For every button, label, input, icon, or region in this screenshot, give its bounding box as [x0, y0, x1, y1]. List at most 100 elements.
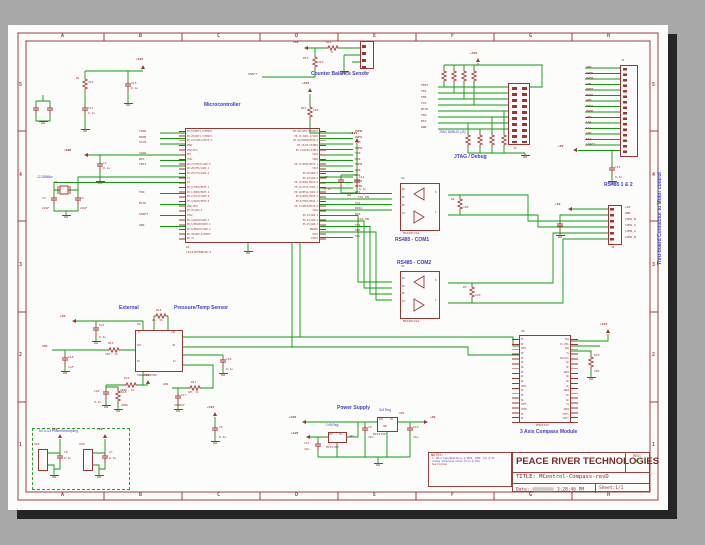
schematic-label: R18 [121, 390, 127, 394]
schematic-label: DI [402, 300, 405, 303]
schematic-label: C6 [64, 450, 68, 454]
schematic-label: D [295, 33, 299, 39]
title-block: PEACE RIVER TECHNOLOGIES REV: C TITLE: M… [512, 452, 659, 493]
schematic-label: OUT [329, 433, 333, 436]
schematic-label: SCL0 [139, 140, 147, 144]
schematic-label: R14 [156, 308, 162, 312]
schematic-label: TX0 [355, 151, 361, 155]
schematic-label: B [435, 279, 437, 282]
schematic-label: 3k3 [318, 60, 324, 64]
schematic-label: R15 [108, 341, 114, 345]
schematic-label: 0.1u [219, 435, 227, 439]
schematic-label: TXD0 [139, 129, 147, 133]
gnd-symbol: GND [344, 193, 354, 197]
schematic-label: 120 [463, 205, 469, 209]
schematic-label: H [607, 492, 611, 498]
schematic-label: SCL [586, 125, 592, 130]
schematic-label: SDA0 [139, 151, 147, 155]
schematic-label: HMC6343 [536, 423, 549, 427]
schematic-label: 10k [313, 108, 319, 112]
labels-layer: A B C D E F G H A B C D E F G H 5 4 3 2 1 5 4 3 2 1 Microcontrolle… [8, 25, 668, 510]
gnd-symbol: GND [49, 475, 59, 479]
schematic-label: GND [625, 211, 631, 215]
schematic-label: TX1_EN [358, 195, 369, 199]
schematic-label: PWM3 [586, 87, 594, 91]
schematic-label: COM2_A [625, 229, 636, 233]
schematic-label: JTAG / Debug [454, 154, 487, 160]
schematic-label: 10k [594, 369, 600, 373]
schematic-label: R12 [326, 40, 332, 44]
schematic-label: +3V3 [142, 373, 150, 377]
schematic-label: TDO [421, 113, 427, 117]
schematic-label: PWM1 [586, 103, 594, 108]
schematic-label: C11 [304, 441, 310, 445]
schematic-label: PWM4 [586, 76, 594, 80]
schematic-label: AN3 [139, 222, 145, 227]
schematic-label: VR2 [399, 411, 405, 415]
gnd-symbol: GND [555, 235, 565, 239]
schematic-label: OUT [379, 418, 383, 421]
gnd-symbol: GND [80, 129, 90, 133]
schematic-label: 4 [652, 172, 656, 178]
supply-arrow-icon [84, 152, 88, 157]
schematic-label: +6V [60, 314, 66, 318]
gnd-symbol: GND [61, 215, 71, 219]
schematic-label: 3 [652, 262, 656, 268]
schematic-label: 1M, 1% [188, 390, 199, 394]
schematic-label: U2 [401, 176, 405, 180]
schematic-label: B [139, 492, 143, 498]
schematic-label: 10u [304, 447, 310, 451]
schematic-label: RE [402, 285, 405, 288]
schematic-label: H [607, 33, 611, 39]
schematic-label: R3 [463, 285, 467, 289]
schematic-label: MAX481CSA [403, 231, 420, 235]
schematic-label: F [451, 33, 455, 39]
schematic-label: 100, 1% [105, 352, 118, 356]
schematic-label: +3V3 [350, 131, 358, 135]
schematic-label: MCP1700 [326, 445, 339, 449]
schematic-label: 0.1u [615, 175, 623, 179]
schematic-label: AN0 [42, 344, 48, 348]
schematic-label: 5 [19, 82, 23, 88]
gnd-symbol: GND [38, 121, 48, 125]
schematic-label: D [295, 492, 299, 498]
schematic-label: MCP1700 [373, 432, 386, 436]
schematic-label: AN1 [355, 173, 361, 177]
schematic-label: J1 [621, 58, 625, 62]
schematic-label: SHAFT [586, 142, 596, 146]
schematic-label: 2 [19, 352, 23, 358]
time-value: 3:28:46 PM [556, 487, 585, 492]
schematic-label: Pressure/Temp Sensor [174, 305, 229, 311]
sheet-title: TITLE: MControl-Compass-revD [513, 472, 649, 483]
schematic-label: RE [402, 196, 405, 199]
schematic-label: A [435, 299, 437, 302]
schematic-label: IN [339, 433, 342, 436]
schematic-label: RTCK [421, 107, 429, 111]
schematic-label: 0.1u [103, 166, 111, 170]
schematic-label: +1V8 [291, 431, 299, 435]
schematic-label: RXD0 [139, 134, 147, 139]
schematic-label: JTAG DEBUG (J3) [439, 130, 466, 134]
notes-line: See Digikey [432, 462, 448, 466]
schematic-label: C1 [103, 161, 107, 165]
schematic-label: Power Supply [337, 405, 371, 411]
gnd-symbol: GND [91, 341, 101, 345]
schematic-label: 10u [368, 435, 374, 439]
schematic-label: SDA [586, 120, 592, 124]
schematic-label: U1 [186, 245, 190, 249]
schematic-label: R16 [124, 376, 130, 380]
schematic-label: U2 & U3 Power/Decoupling [39, 429, 78, 433]
schematic-label: TX2_EN [358, 217, 369, 221]
schematic-label: V+ [138, 331, 141, 334]
schematic-label: MAX481CSA [403, 319, 420, 323]
schematic-label: A [61, 33, 65, 39]
schematic-label: OUT [137, 344, 141, 347]
supply-arrow-icon [304, 45, 308, 50]
schematic-label: Microcontroller [204, 102, 241, 108]
schematic-label: RST [139, 156, 145, 161]
schematic-label: C13 [131, 81, 137, 85]
schematic-label: C21 [99, 323, 105, 327]
schematic-label: RX2 [355, 211, 361, 216]
supply-arrow-icon [302, 419, 306, 424]
schematic-label: 0.1u [226, 367, 234, 371]
